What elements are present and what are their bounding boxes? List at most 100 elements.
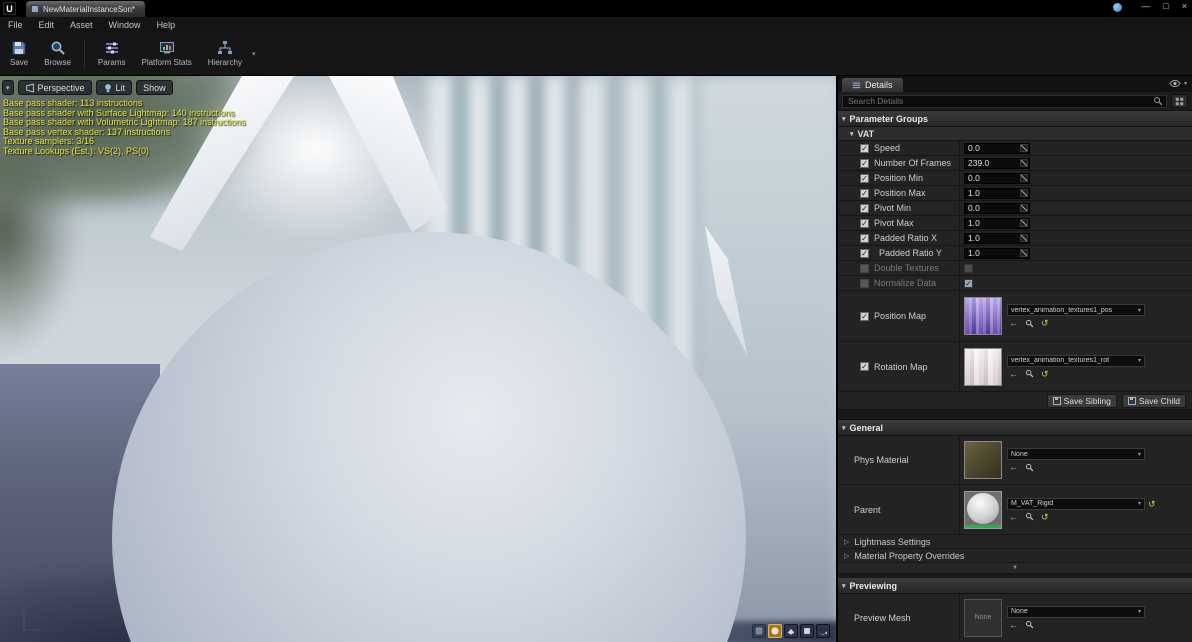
viewport-options-button[interactable]: ▾ xyxy=(2,80,14,95)
param-value-input[interactable]: 0.0 xyxy=(964,202,1030,214)
phys-material-combo[interactable]: None ▾ xyxy=(1007,448,1145,460)
param-label: Padded Ratio X xyxy=(874,233,938,243)
expand-more-icon: ▼ xyxy=(1012,565,1018,571)
param-value-input[interactable]: 0.0 xyxy=(964,172,1030,184)
position-map-asset-combo[interactable]: vertex_animation_textures1_pos ▾ xyxy=(1007,304,1145,316)
param-value-input[interactable]: 1.0 xyxy=(964,232,1030,244)
use-selected-asset-button[interactable]: ← xyxy=(1009,462,1018,472)
menu-asset[interactable]: Asset xyxy=(62,20,101,30)
reset-to-default-button[interactable]: ↺ xyxy=(1041,369,1049,379)
perspective-button[interactable]: Perspective xyxy=(17,80,92,95)
preview-shape-cube-button[interactable] xyxy=(800,624,814,638)
platform-stats-button[interactable]: Platform Stats xyxy=(133,34,199,74)
rotation-map-asset-combo[interactable]: vertex_animation_textures1_rot ▾ xyxy=(1007,354,1145,367)
display-filter-button[interactable] xyxy=(1171,94,1188,108)
use-selected-asset-button[interactable]: ← xyxy=(1009,318,1018,328)
preview-mesh-combo[interactable]: None ▾ xyxy=(1007,605,1145,618)
param-value-input[interactable]: 1.0 xyxy=(964,217,1030,229)
param-value-input[interactable]: 0.0 xyxy=(964,142,1030,154)
preview-shape-plane-button[interactable] xyxy=(784,624,798,638)
advanced-expander-button[interactable]: ▼ xyxy=(838,563,1192,574)
browse-to-asset-button[interactable] xyxy=(1025,369,1034,378)
close-button[interactable]: × xyxy=(1182,1,1187,11)
position-map-thumbnail[interactable] xyxy=(964,297,1002,335)
value-ramp-icon[interactable] xyxy=(1020,189,1028,197)
save-child-button[interactable]: Save Child xyxy=(1121,393,1186,408)
menu-edit[interactable]: Edit xyxy=(31,20,63,30)
value-ramp-icon[interactable] xyxy=(1020,144,1028,152)
override-checkbox[interactable]: ✓ xyxy=(860,173,869,183)
browse-to-asset-button[interactable] xyxy=(1025,512,1034,521)
override-checkbox[interactable]: ✓ xyxy=(860,233,869,243)
browse-button[interactable]: Browse xyxy=(36,34,79,74)
reset-to-default-button[interactable]: ↺ xyxy=(1041,512,1049,522)
reset-to-default-button[interactable]: ↺ xyxy=(1041,318,1049,328)
search-box[interactable] xyxy=(842,94,1167,108)
preview-mesh-thumbnail[interactable]: None xyxy=(964,598,1002,637)
use-selected-asset-button[interactable]: ← xyxy=(1009,512,1018,522)
hierarchy-caret-icon[interactable]: ▾ xyxy=(252,50,256,58)
save-sibling-button[interactable]: Save Sibling xyxy=(1046,393,1117,408)
lightbulb-icon xyxy=(104,83,111,92)
param-value: 1.0 xyxy=(968,233,980,243)
override-checkbox[interactable]: ✓ xyxy=(860,188,869,198)
group-vat[interactable]: ▾ VAT xyxy=(838,127,1192,141)
tab-details[interactable]: Details xyxy=(842,78,903,92)
switch-checkbox: ✓ xyxy=(964,278,973,288)
use-selected-asset-button[interactable]: ← xyxy=(1009,620,1018,630)
section-title: Previewing xyxy=(849,580,898,591)
browse-to-asset-button[interactable] xyxy=(1025,620,1034,629)
param-row-double-textures: Double Textures xyxy=(838,261,1192,276)
section-parameter-groups[interactable]: ▾ Parameter Groups xyxy=(838,111,1192,127)
value-ramp-icon[interactable] xyxy=(1020,219,1028,227)
preview-shape-cylinder-button[interactable] xyxy=(752,624,766,638)
search-input[interactable] xyxy=(846,95,1153,107)
override-checkbox[interactable]: ✓ xyxy=(860,362,869,371)
value-ramp-icon[interactable] xyxy=(1020,249,1028,257)
row-material-property-overrides[interactable]: ▷ Material Property Overrides xyxy=(838,549,1192,563)
section-previewing[interactable]: ▾ Previewing xyxy=(838,578,1192,594)
parent-material-thumbnail[interactable] xyxy=(964,490,1002,529)
menu-help[interactable]: Help xyxy=(149,20,184,30)
save-label: Save xyxy=(10,58,29,67)
override-checkbox[interactable]: ✓ xyxy=(860,143,869,153)
preview-shape-sphere-button[interactable] xyxy=(768,624,782,638)
hierarchy-button[interactable]: Hierarchy xyxy=(200,34,250,74)
maximize-button[interactable]: □ xyxy=(1163,1,1168,11)
param-value-input[interactable]: 1.0 xyxy=(964,247,1030,259)
param-value: 1.0 xyxy=(968,218,980,228)
value-ramp-icon[interactable] xyxy=(1020,174,1028,182)
value-ramp-icon[interactable] xyxy=(1020,159,1028,167)
show-menu-button[interactable]: Show xyxy=(136,80,173,95)
param-value-input[interactable]: 1.0 xyxy=(964,187,1030,199)
param-value-input[interactable]: 239.0 xyxy=(964,157,1030,169)
section-general[interactable]: ▾ General xyxy=(838,420,1192,436)
phys-material-thumbnail[interactable] xyxy=(964,441,1002,479)
row-lightmass-settings[interactable]: ▷ Lightmass Settings xyxy=(838,535,1192,549)
minimize-button[interactable]: — xyxy=(1141,1,1150,11)
parent-material-combo[interactable]: M_VAT_Rigid ▾ xyxy=(1007,497,1145,510)
rotation-map-thumbnail[interactable] xyxy=(964,347,1002,386)
save-button[interactable]: Save xyxy=(2,34,36,74)
override-checkbox[interactable]: ✓ xyxy=(860,203,869,213)
preview-shape-custom-mesh-button[interactable] xyxy=(816,624,830,638)
menu-window[interactable]: Window xyxy=(101,20,149,30)
override-checkbox[interactable]: ✓ xyxy=(860,248,869,258)
asset-document-tab[interactable]: NewMaterialInstanceSon* xyxy=(26,1,146,17)
browse-to-asset-button[interactable] xyxy=(1025,319,1034,328)
override-checkbox[interactable]: ✓ xyxy=(860,158,869,168)
asset-name: M_VAT_Rigid xyxy=(1011,500,1054,507)
browse-to-asset-button[interactable] xyxy=(1025,463,1034,472)
reset-to-default-button[interactable]: ↺ xyxy=(1148,499,1156,509)
value-ramp-icon[interactable] xyxy=(1020,234,1028,242)
view-options-button[interactable]: ▾ xyxy=(1169,79,1187,88)
menu-file[interactable]: File xyxy=(0,20,31,30)
use-selected-asset-button[interactable]: ← xyxy=(1009,369,1018,379)
override-checkbox[interactable]: ✓ xyxy=(860,218,869,228)
lit-mode-button[interactable]: Lit xyxy=(95,80,133,95)
override-checkbox[interactable]: ✓ xyxy=(860,311,869,321)
params-button[interactable]: Params xyxy=(90,34,134,74)
value-ramp-icon[interactable] xyxy=(1020,204,1028,212)
material-preview-viewport[interactable]: ▾ Perspective Lit Show Base pass shader:… xyxy=(0,76,836,642)
param-row-pivot-max: ✓ Pivot Max 1.0 xyxy=(838,216,1192,231)
